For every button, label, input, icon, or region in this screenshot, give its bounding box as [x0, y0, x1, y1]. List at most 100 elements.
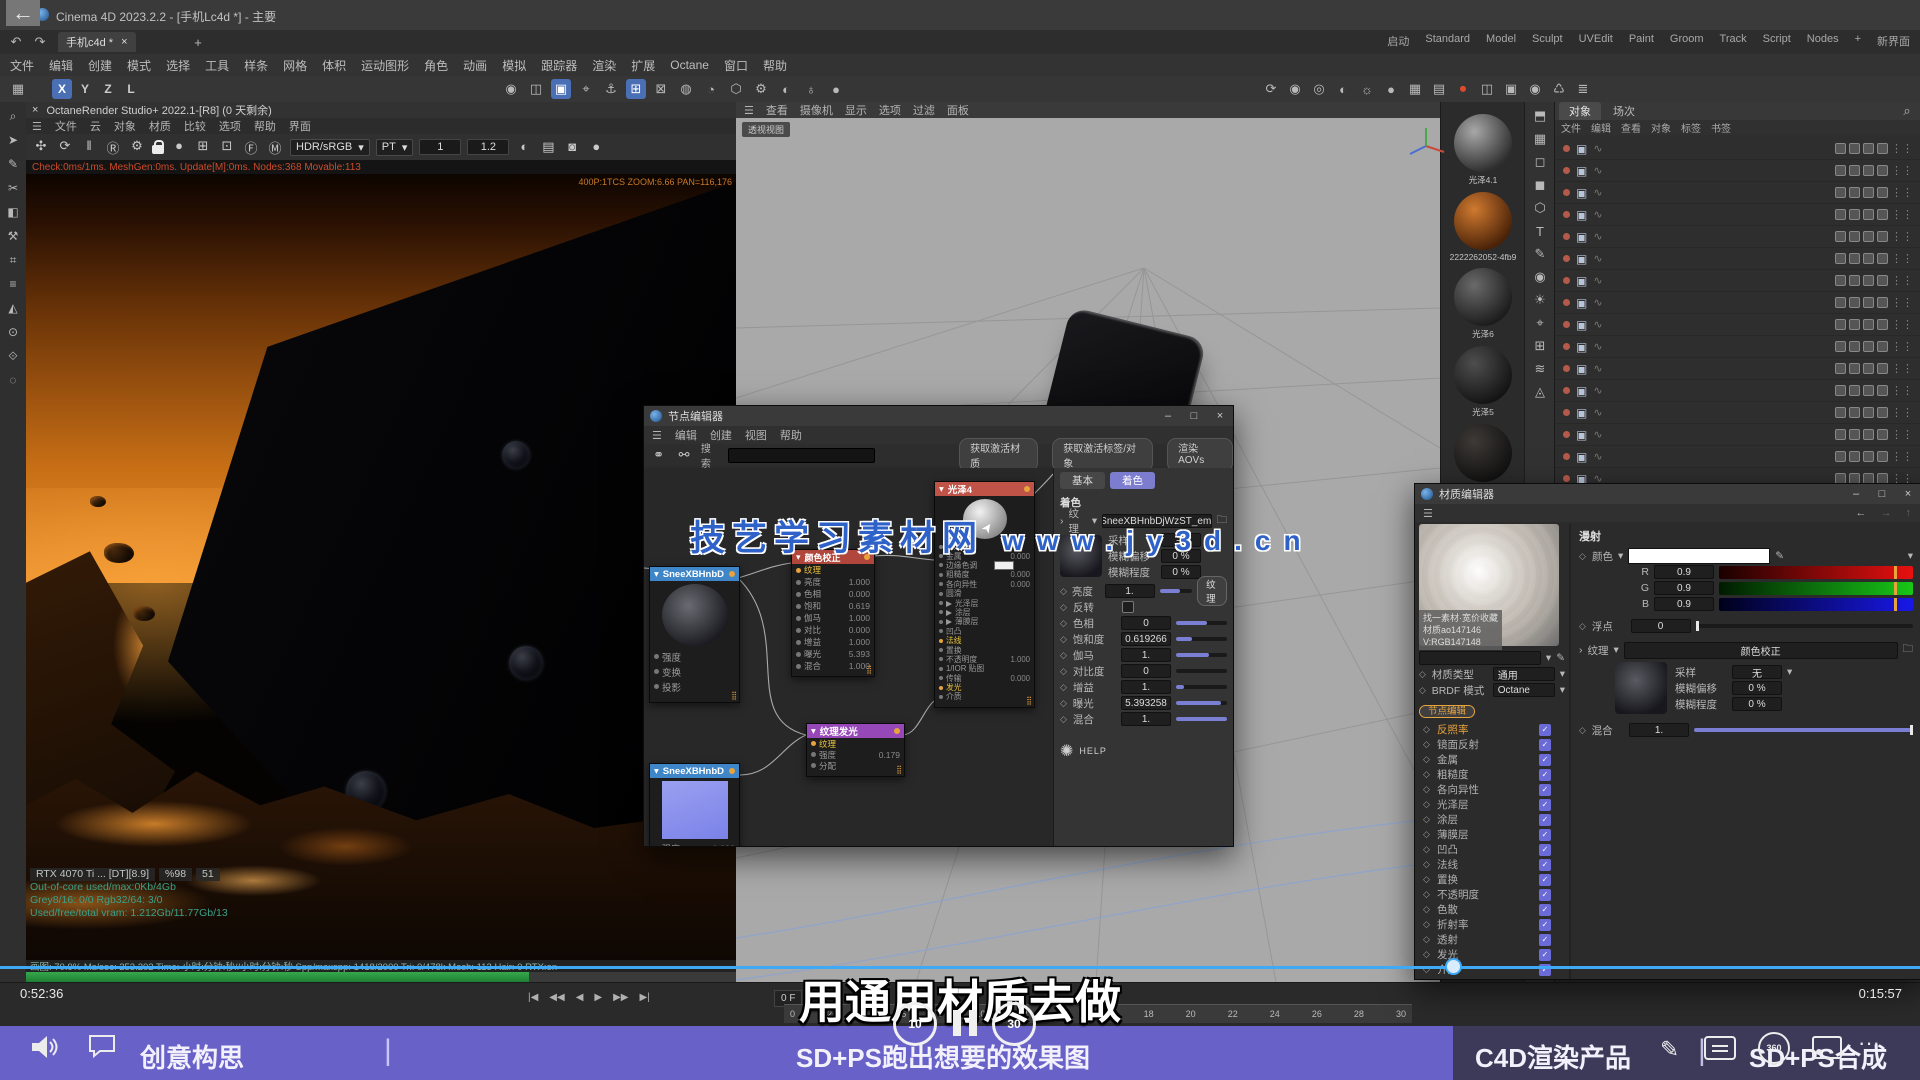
channel-gradient-slider[interactable] [1719, 566, 1913, 579]
toolbar-icon[interactable]: ⊠ [651, 79, 671, 99]
new-tab-button[interactable]: + [188, 32, 208, 52]
menu-item[interactable]: 样条 [244, 57, 268, 74]
node-input-port[interactable] [939, 676, 943, 680]
palette-icon[interactable]: ≋ [1530, 359, 1550, 379]
nav-up-icon[interactable]: ↑ [1906, 507, 1912, 519]
octane-render-canvas[interactable]: 400P:1TCS ZOOM:6.66 PAN=116,176 RTX 4070… [26, 174, 736, 960]
chevron-down-icon[interactable]: ▾ [1614, 644, 1619, 656]
chapter-label[interactable]: SD+PS跑出想要的效果图 [796, 1038, 1090, 1075]
toolbar-icon[interactable]: ◫ [526, 79, 546, 99]
anim-dot-icon[interactable]: ◇ [1423, 949, 1431, 960]
material-sphere[interactable] [1454, 192, 1512, 250]
toolbar-icon[interactable]: ◐ [776, 79, 796, 99]
menu-item[interactable]: 窗口 [724, 57, 748, 74]
object-row[interactable]: ▣ ∿ ⋮⋮ [1555, 160, 1920, 182]
menu-item[interactable]: 模拟 [502, 57, 526, 74]
field-value[interactable]: 通用 [1493, 667, 1555, 681]
octane-menu-item[interactable]: 帮助 [254, 118, 276, 134]
field-value[interactable]: Octane [1493, 683, 1555, 697]
node-row[interactable]: ▶涂层 [935, 608, 1034, 617]
node-input-port[interactable] [796, 592, 801, 597]
toolbar-icon[interactable]: ☼ [1357, 79, 1377, 99]
blur-amount-value[interactable]: 0 % [1161, 565, 1201, 579]
node-row[interactable]: 变换 [650, 664, 739, 679]
menu-item[interactable]: 跟踪器 [541, 57, 577, 74]
kernel-select[interactable]: PT▾ [376, 139, 414, 156]
material-channel-row[interactable]: ◇ 镜面反射 ✓ [1419, 737, 1565, 752]
octane-toolbar-icon[interactable]: ◙ [563, 139, 581, 155]
node-editor-action-button[interactable]: 渲染AOVs [1167, 438, 1233, 472]
node-row[interactable]: 饱和0.619 [792, 600, 874, 612]
object-row[interactable]: ▣ ∿ ⋮⋮ [1555, 314, 1920, 336]
maximize-button[interactable]: □ [1181, 406, 1207, 426]
octane-toolbar-icon[interactable]: ⟳ [56, 138, 74, 157]
layout-preset-item[interactable]: 新界面 [1877, 33, 1910, 49]
channel-checkbox[interactable]: ✓ [1539, 934, 1551, 946]
menu-item[interactable]: 模式 [127, 57, 151, 74]
node-collapse-icon[interactable]: ▾ [654, 766, 659, 777]
node-editor-menu-item[interactable]: 编辑 [675, 427, 697, 443]
octane-toolbar-icon[interactable]: Ⓜ [266, 138, 284, 157]
material-thumbnail[interactable] [1454, 424, 1512, 484]
menu-item[interactable]: 文件 [10, 57, 34, 74]
axis-lock-button[interactable]: Z [98, 79, 118, 99]
node-resize-grip[interactable]: ⣿ [896, 765, 902, 774]
toolbar-icon[interactable]: ⊞ [626, 79, 646, 99]
channel-gradient-slider[interactable] [1719, 582, 1913, 595]
material-channel-row[interactable]: ◇ 折射率 ✓ [1419, 917, 1565, 932]
channel-checkbox[interactable]: ✓ [1539, 799, 1551, 811]
node-editor-titlebar[interactable]: 节点编辑器 – □ × [644, 406, 1233, 426]
menu-item[interactable]: 工具 [205, 57, 229, 74]
texture-ref-button[interactable]: 颜色校正 [1624, 642, 1898, 659]
material-sphere[interactable] [1454, 268, 1512, 326]
object-manager-tab[interactable]: 场次 [1603, 102, 1645, 120]
object-row[interactable]: ▣ ∿ ⋮⋮ [1555, 226, 1920, 248]
node-image-texture-2[interactable]: ▾SneeXBHnbD 强度1.000 [649, 763, 740, 846]
folder-icon[interactable]: 🗀 [1903, 641, 1914, 659]
props-row-value[interactable]: 1. [1121, 712, 1171, 726]
slider[interactable] [1176, 621, 1227, 625]
tool-icon[interactable]: ✂ [3, 178, 23, 198]
material-thumbnail[interactable]: 光泽4.1 [1454, 114, 1512, 186]
expand-arrow-icon[interactable]: ▶ [946, 599, 952, 608]
unlink-icon[interactable]: ⚯ [675, 447, 692, 463]
palette-icon[interactable]: ⬒ [1530, 106, 1550, 126]
node-input-port[interactable] [939, 657, 943, 661]
chapter-label[interactable]: 创意构思 [140, 1038, 244, 1075]
octane-toolbar-icon[interactable]: ⊞ [194, 138, 212, 157]
float-value[interactable]: 0 [1631, 619, 1691, 633]
octane-field-2[interactable]: 1.2 [467, 139, 509, 155]
layout-preset-item[interactable]: Model [1486, 33, 1516, 49]
collapse-icon[interactable]: ▾ [1908, 550, 1913, 562]
octane-toolbar-icon[interactable]: ● [170, 138, 188, 157]
node-row[interactable]: 增益1.000 [792, 636, 874, 648]
tool-icon[interactable]: ◭ [3, 298, 23, 318]
toolbar-icon[interactable]: ≣ [1573, 79, 1593, 99]
layout-preset-item[interactable]: Paint [1629, 33, 1654, 49]
minimize-button[interactable]: – [1155, 406, 1181, 426]
anim-dot-icon[interactable]: ◇ [1579, 551, 1587, 562]
object-tags[interactable]: ⋮⋮ [1835, 208, 1913, 221]
props-row-value[interactable]: 1. [1105, 584, 1155, 598]
float-slider[interactable] [1696, 624, 1913, 628]
menu-item[interactable]: 选择 [166, 57, 190, 74]
toolbar-icon[interactable]: ▣ [1501, 79, 1521, 99]
toolbar-icon[interactable]: ◔ [701, 79, 721, 99]
menu-item[interactable]: 网格 [283, 57, 307, 74]
props-row-value[interactable]: 0.619266 [1121, 632, 1172, 646]
palette-icon[interactable]: T [1530, 221, 1550, 241]
slider[interactable] [1176, 717, 1227, 721]
object-manager-tab[interactable]: 对象 [1559, 102, 1601, 120]
channel-checkbox[interactable]: ✓ [1539, 814, 1551, 826]
tool-icon[interactable]: ⌗ [3, 250, 23, 270]
node-input-port[interactable] [796, 580, 801, 585]
props-row-value[interactable]: 5.393258 [1121, 696, 1172, 710]
anim-dot-icon[interactable]: ◇ [1060, 618, 1068, 629]
node-row[interactable]: 分配 [807, 760, 904, 771]
object-row[interactable]: ▣ ∿ ⋮⋮ [1555, 248, 1920, 270]
octane-toolbar-icon[interactable]: ◐ [515, 139, 533, 155]
octane-menu-item[interactable]: 界面 [289, 118, 311, 134]
chevron-down-icon[interactable]: ▾ [1560, 668, 1565, 680]
channel-value[interactable]: 0.9 [1654, 581, 1714, 595]
node-row[interactable]: 强度 [650, 649, 739, 664]
